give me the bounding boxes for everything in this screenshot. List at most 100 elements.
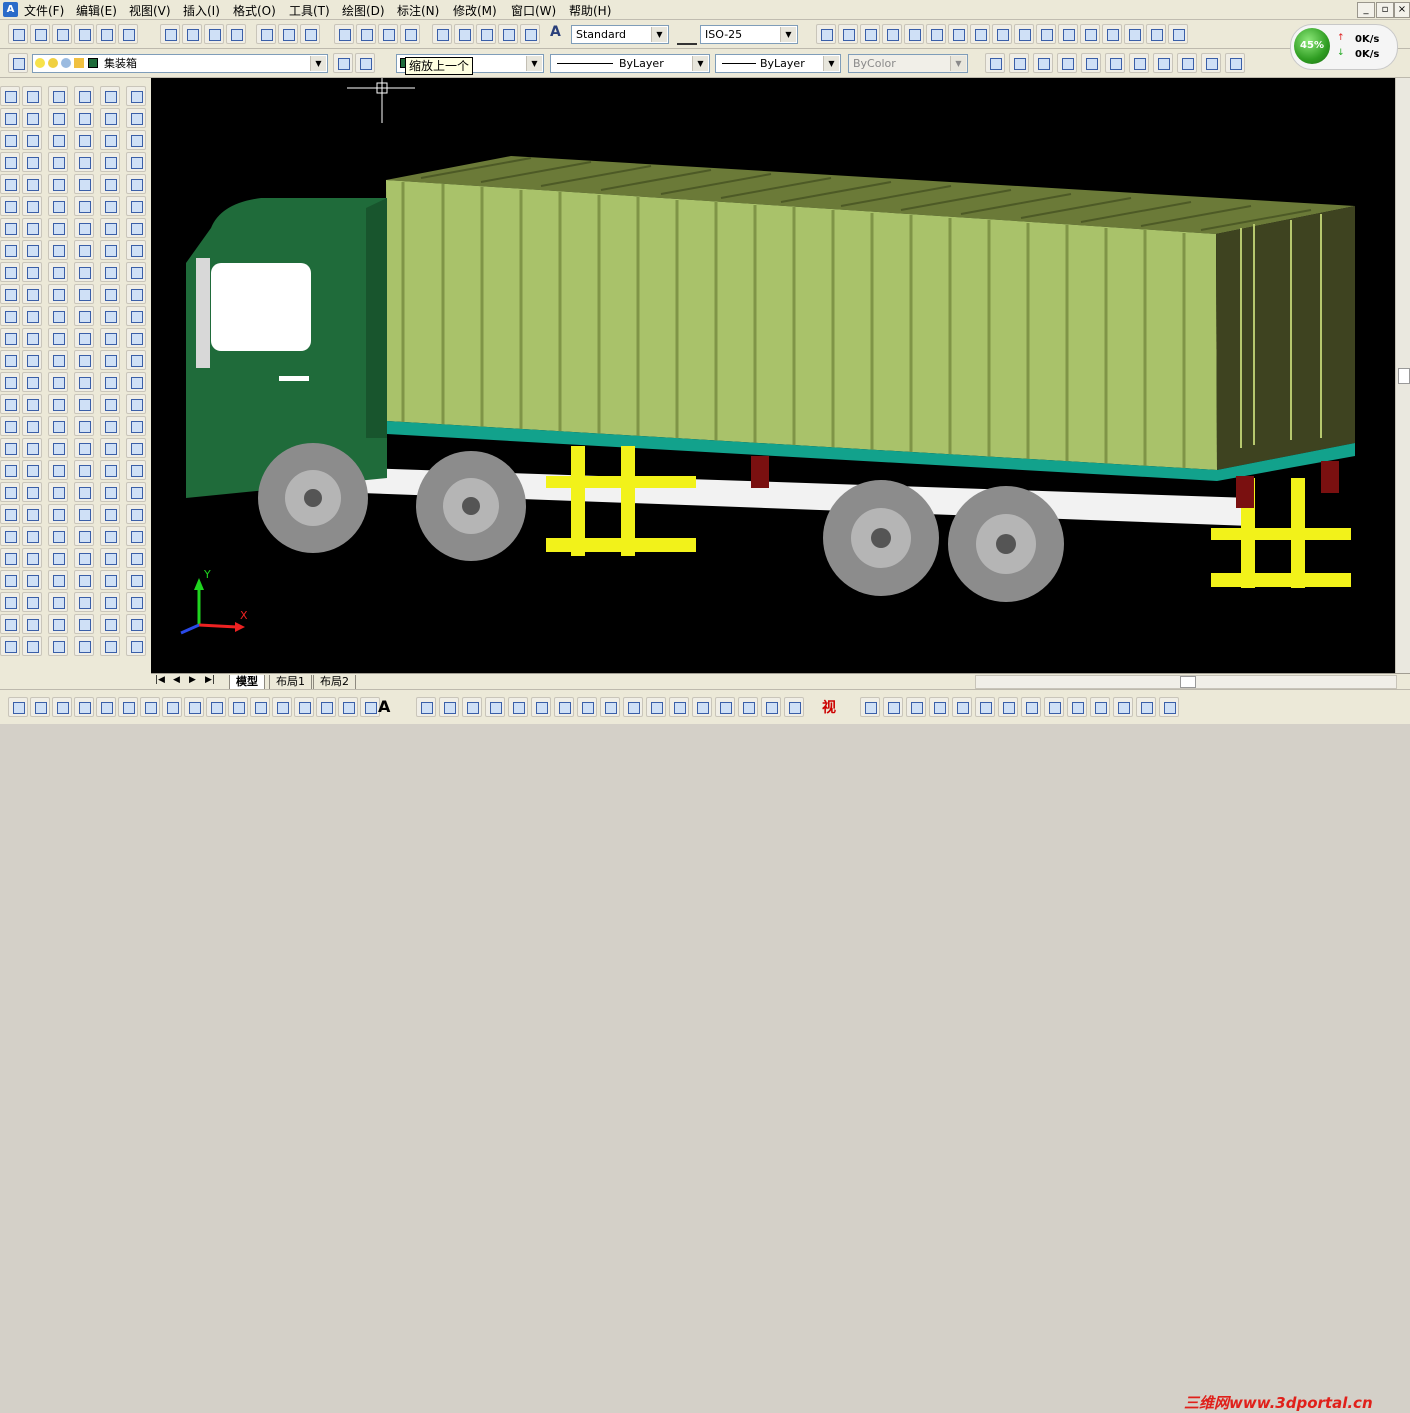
side-tool-button[interactable]	[22, 548, 42, 568]
draw-tool-button[interactable]	[692, 697, 712, 717]
side-tool-button[interactable]	[0, 504, 20, 524]
draw-tool-button[interactable]	[360, 697, 380, 717]
side-tool-button[interactable]	[48, 460, 68, 480]
side-tool-button[interactable]	[100, 416, 120, 436]
draw-tool-button[interactable]	[8, 697, 28, 717]
side-tool-button[interactable]	[0, 240, 20, 260]
draw-tool-button[interactable]	[96, 697, 116, 717]
side-tool-button[interactable]	[22, 636, 42, 656]
toolbar-button[interactable]	[882, 24, 902, 44]
draw-tool-button[interactable]	[761, 697, 781, 717]
side-tool-button[interactable]	[0, 328, 20, 348]
side-tool-button[interactable]	[48, 174, 68, 194]
side-tool-button[interactable]	[100, 240, 120, 260]
side-tool-button[interactable]	[22, 130, 42, 150]
side-tool-button[interactable]	[126, 482, 146, 502]
side-tool-button[interactable]	[48, 394, 68, 414]
toolbar-button[interactable]	[476, 24, 496, 44]
side-tool-button[interactable]	[126, 548, 146, 568]
side-tool-button[interactable]	[22, 196, 42, 216]
side-tool-button[interactable]	[126, 504, 146, 524]
side-tool-button[interactable]	[48, 240, 68, 260]
side-tool-button[interactable]	[22, 218, 42, 238]
side-tool-button[interactable]	[0, 592, 20, 612]
plotstyle-select[interactable]: ByColor ▼	[848, 54, 968, 73]
toolbar-button[interactable]	[226, 24, 246, 44]
menu-edit[interactable]: 编辑(E)	[76, 2, 117, 19]
side-tool-button[interactable]	[100, 130, 120, 150]
side-tool-button[interactable]	[22, 592, 42, 612]
side-tool-button[interactable]	[126, 350, 146, 370]
side-tool-button[interactable]	[126, 526, 146, 546]
side-tool-button[interactable]	[48, 636, 68, 656]
draw-tool-button[interactable]	[531, 697, 551, 717]
side-tool-button[interactable]	[100, 218, 120, 238]
view-toolbar-button[interactable]	[1009, 53, 1029, 73]
side-tool-button[interactable]	[100, 372, 120, 392]
side-tool-button[interactable]	[0, 548, 20, 568]
menu-file[interactable]: 文件(F)	[24, 2, 64, 19]
side-tool-button[interactable]	[74, 108, 94, 128]
side-tool-button[interactable]	[126, 108, 146, 128]
side-tool-button[interactable]	[74, 284, 94, 304]
draw-tool-button[interactable]	[1113, 697, 1133, 717]
toolbar-button[interactable]	[970, 24, 990, 44]
draw-tool-button[interactable]	[600, 697, 620, 717]
side-tool-button[interactable]	[74, 460, 94, 480]
draw-tool-button[interactable]	[1021, 697, 1041, 717]
draw-tool-button[interactable]	[577, 697, 597, 717]
draw-tool-button[interactable]	[508, 697, 528, 717]
side-tool-button[interactable]	[22, 152, 42, 172]
side-tool-button[interactable]	[0, 218, 20, 238]
toolbar-button[interactable]	[204, 24, 224, 44]
draw-tool-button[interactable]	[338, 697, 358, 717]
draw-tool-button[interactable]	[952, 697, 972, 717]
draw-tool-button[interactable]	[1136, 697, 1156, 717]
side-tool-button[interactable]	[100, 460, 120, 480]
side-tool-button[interactable]	[48, 350, 68, 370]
draw-tool-button[interactable]	[30, 697, 50, 717]
side-tool-button[interactable]	[126, 130, 146, 150]
toolbar-button[interactable]	[926, 24, 946, 44]
side-tool-button[interactable]	[126, 592, 146, 612]
view-toolbar-button[interactable]	[985, 53, 1005, 73]
tab-nav-next-icon[interactable]: ▶	[189, 675, 196, 685]
side-tool-button[interactable]	[74, 548, 94, 568]
side-tool-button[interactable]	[100, 306, 120, 326]
draw-tool-button[interactable]	[1090, 697, 1110, 717]
side-tool-button[interactable]	[48, 592, 68, 612]
draw-tool-button[interactable]	[316, 697, 336, 717]
draw-tool-button[interactable]	[906, 697, 926, 717]
draw-tool-button[interactable]	[554, 697, 574, 717]
side-tool-button[interactable]	[0, 526, 20, 546]
toolbar-button[interactable]	[8, 24, 28, 44]
view-toolbar-button[interactable]	[1129, 53, 1149, 73]
menu-insert[interactable]: 插入(I)	[183, 2, 220, 19]
side-tool-button[interactable]	[48, 372, 68, 392]
draw-tool-button[interactable]	[738, 697, 758, 717]
side-tool-button[interactable]	[74, 438, 94, 458]
scroll-thumb[interactable]	[1398, 368, 1410, 384]
side-tool-button[interactable]	[48, 108, 68, 128]
view-toolbar-button[interactable]	[1225, 53, 1245, 73]
side-tool-button[interactable]	[126, 174, 146, 194]
side-tool-button[interactable]	[100, 350, 120, 370]
text-style-select[interactable]: Standard ▼	[571, 25, 669, 44]
toolbar-button[interactable]	[1058, 24, 1078, 44]
side-tool-button[interactable]	[22, 438, 42, 458]
side-tool-button[interactable]	[126, 460, 146, 480]
toolbar-button[interactable]	[278, 24, 298, 44]
side-tool-button[interactable]	[100, 328, 120, 348]
view-toolbar-button[interactable]	[1033, 53, 1053, 73]
side-tool-button[interactable]	[126, 152, 146, 172]
draw-tool-button[interactable]	[416, 697, 436, 717]
side-tool-button[interactable]	[126, 372, 146, 392]
side-tool-button[interactable]	[100, 614, 120, 634]
side-tool-button[interactable]	[0, 460, 20, 480]
draw-tool-button[interactable]	[462, 697, 482, 717]
side-tool-button[interactable]	[74, 614, 94, 634]
toolbar-button[interactable]	[1036, 24, 1056, 44]
side-tool-button[interactable]	[48, 306, 68, 326]
draw-tool-button[interactable]	[623, 697, 643, 717]
side-tool-button[interactable]	[22, 504, 42, 524]
